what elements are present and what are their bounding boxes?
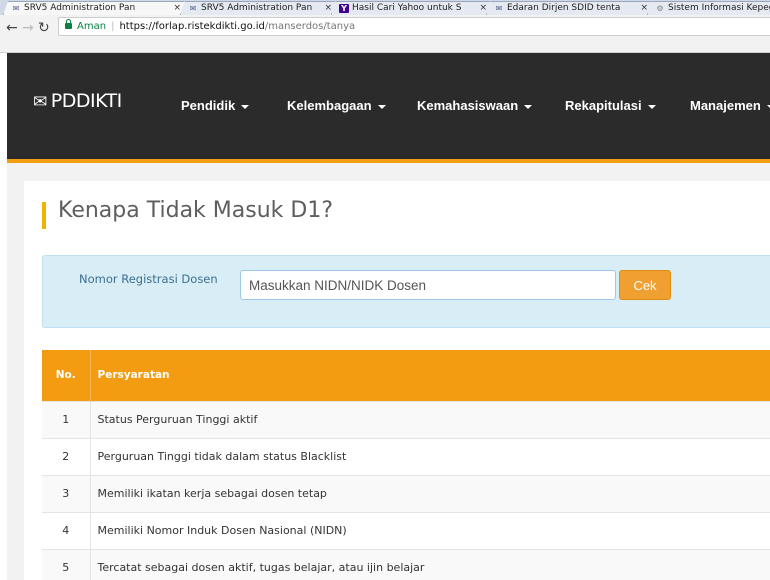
tab-title: Sistem Informasi Kepeg	[668, 3, 770, 13]
tab-title: Edaran Dirjen SDID tenta	[507, 3, 621, 13]
back-arrow-icon[interactable]: ←	[6, 20, 18, 36]
nav-menu-kelembagaan[interactable]: Kelembagaan	[287, 98, 386, 113]
tab-close-icon[interactable]: ×	[173, 2, 181, 15]
browser-tab-strip: ✉ SRV5 Administration Pan × ✉ SRV5 Admin…	[0, 0, 770, 15]
tab-title: Hasil Cari Yahoo untuk S	[352, 3, 462, 13]
browser-tab[interactable]: Y Hasil Cari Yahoo untuk S ×	[331, 1, 495, 15]
nav-menu-label: Pendidik	[181, 98, 236, 113]
url-separator: |	[111, 21, 115, 32]
browser-tab[interactable]: ⚙ Sistem Informasi Kepeg	[647, 1, 770, 15]
row-requirement: Tercatat sebagai dosen aktif, tugas bela…	[90, 548, 770, 580]
tab-title: SRV5 Administration Pan	[201, 3, 313, 13]
site-header: ✉ PDDIKTI Pendidik Kelembagaan Kemahasisw…	[7, 53, 770, 163]
browser-tab[interactable]: ✉ SRV5 Administration Pan ×	[180, 1, 340, 15]
nidn-field-label: Nomor Registrasi Dosen	[79, 272, 218, 286]
row-number: 1	[42, 400, 91, 438]
row-number: 2	[42, 437, 91, 475]
forward-arrow-icon[interactable]: →	[22, 20, 34, 36]
row-requirement: Perguruan Tinggi tidak dalam status Blac…	[90, 437, 770, 475]
tab-title: SRV5 Administration Pan	[24, 3, 136, 13]
pddikti-favicon-icon: ✉	[495, 4, 503, 13]
row-number: 4	[42, 511, 91, 549]
nav-menu-label: Kemahasiswaan	[417, 98, 519, 113]
nav-menu-rekapitulasi[interactable]: Rekapitulasi	[565, 98, 656, 113]
table-row: 5 Tercatat sebagai dosen aktif, tugas be…	[42, 548, 770, 580]
row-number: 5	[42, 548, 91, 580]
row-number: 3	[42, 474, 91, 512]
pddikti-favicon-icon: ✉	[189, 4, 197, 13]
secure-label: Aman	[77, 21, 107, 32]
column-header-no: No.	[42, 350, 91, 401]
table-header-row: No. Persyaratan	[42, 350, 770, 401]
nav-menu-kemahasiswaan[interactable]: Kemahasiswaan	[417, 98, 533, 113]
row-requirement: Memiliki Nomor Induk Dosen Nasional (NID…	[90, 511, 770, 549]
reload-icon[interactable]: ↻	[38, 20, 50, 36]
nav-menu-manajemen[interactable]: Manajemen	[690, 98, 770, 113]
caret-down-icon	[377, 104, 386, 109]
row-requirement: Memiliki ikatan kerja sebagai dosen teta…	[90, 474, 770, 512]
caret-down-icon	[647, 104, 656, 109]
column-header-persyaratan: Persyaratan	[97, 369, 170, 382]
pddikti-favicon-icon: ✉	[12, 4, 20, 13]
nav-menu-label: Manajemen	[690, 98, 761, 113]
table-row: 1 Status Perguruan Tinggi aktif	[42, 400, 770, 438]
title-accent-bar	[42, 202, 46, 229]
tab-close-icon[interactable]: ×	[640, 2, 648, 15]
lock-icon	[65, 19, 72, 29]
nav-menu-label: Rekapitulasi	[565, 98, 642, 113]
nidn-input[interactable]	[240, 270, 616, 300]
pddikti-logo-icon: ✉	[33, 92, 47, 112]
tab-close-icon[interactable]: ×	[479, 2, 487, 15]
row-requirement: Status Perguruan Tinggi aktif	[90, 400, 770, 438]
table-row: 4 Memiliki Nomor Induk Dosen Nasional (N…	[42, 511, 770, 549]
cek-button[interactable]: Cek	[619, 270, 671, 300]
requirements-table: No. Persyaratan 1 Status Perguruan Tingg…	[42, 350, 770, 580]
browser-tab[interactable]: ✉ Edaran Dirjen SDID tenta ×	[486, 1, 656, 15]
nav-menu-pendidik[interactable]: Pendidik	[181, 98, 250, 113]
browser-toolbar: ← → ↻ Aman | https://forlap.ristekdikti.go…	[0, 15, 770, 53]
nav-menu-label: Kelembagaan	[287, 98, 372, 113]
table-row: 2 Perguruan Tinggi tidak dalam status Bl…	[42, 437, 770, 475]
caret-down-icon	[241, 104, 250, 109]
address-bar[interactable]: Aman | https://forlap.ristekdikti.go.id/ma…	[58, 17, 770, 36]
browser-tab[interactable]: ✉ SRV5 Administration Pan ×	[3, 1, 189, 15]
tab-close-icon[interactable]: ×	[324, 2, 332, 15]
page-title: Kenapa Tidak Masuk D1?	[58, 198, 333, 223]
logo-text: PDDIKTI	[50, 90, 123, 112]
yahoo-favicon-icon: Y	[339, 4, 349, 13]
url-path: /manserdos/tanya	[264, 21, 356, 32]
table-row: 3 Memiliki ikatan kerja sebagai dosen te…	[42, 474, 770, 512]
url-host: https://forlap.ristekdikti.go.id	[119, 21, 265, 32]
caret-down-icon	[524, 104, 533, 109]
gear-favicon-icon: ⚙	[656, 4, 664, 13]
pddikti-logo[interactable]: ✉ PDDIKTI	[33, 90, 122, 112]
